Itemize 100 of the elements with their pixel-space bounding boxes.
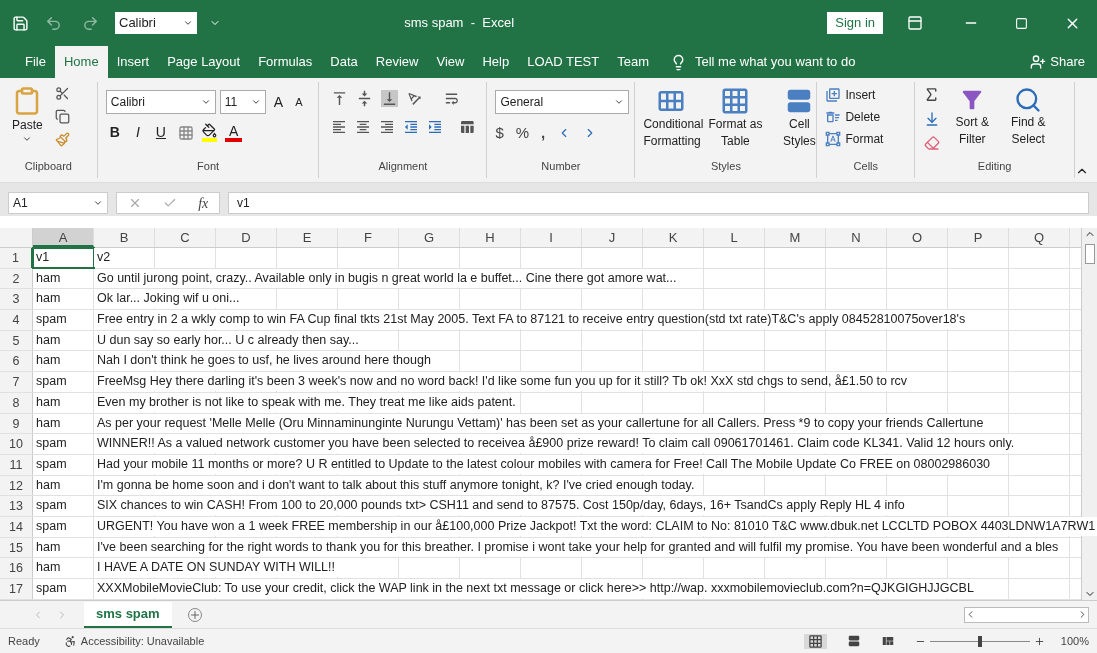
currency-button[interactable]: $ — [495, 122, 504, 145]
row-header[interactable]: 10 — [0, 434, 33, 454]
align-right-icon[interactable] — [379, 119, 396, 135]
grow-font-button[interactable]: A — [269, 91, 288, 113]
caret-icon[interactable] — [183, 18, 193, 28]
ribbon-tab[interactable]: Page Layout — [158, 46, 250, 78]
scissors-icon[interactable] — [54, 86, 70, 101]
column-header[interactable]: J — [582, 228, 643, 247]
bold-button[interactable]: B — [105, 122, 124, 143]
font-name-field[interactable]: Calibri — [105, 90, 216, 114]
column-header[interactable]: K — [643, 228, 704, 247]
italic-button[interactable]: I — [131, 122, 144, 143]
paste-button[interactable]: Paste — [12, 116, 43, 134]
ribbon-tab[interactable]: Formulas — [249, 46, 322, 78]
underline-button[interactable]: U — [151, 122, 170, 143]
row-header[interactable]: 12 — [0, 475, 33, 496]
format-cells-icon[interactable] — [825, 131, 842, 147]
font-combo[interactable]: Calibri — [115, 12, 197, 34]
page-layout-view-icon[interactable] — [846, 634, 861, 648]
ribbon-tab[interactable]: View — [427, 46, 474, 78]
share-button[interactable]: Share — [1050, 52, 1085, 72]
ribbon-tab[interactable]: Data — [321, 46, 367, 78]
table-style-icon[interactable] — [720, 86, 751, 116]
column-header[interactable]: I — [521, 228, 582, 247]
row-header[interactable]: 5 — [0, 330, 33, 351]
ribbon-tab[interactable]: Home — [54, 46, 108, 78]
ribbon-display-icon[interactable] — [907, 15, 923, 31]
eraser-icon[interactable] — [923, 135, 941, 151]
save-icon[interactable] — [12, 14, 29, 32]
scrollbar-thumb[interactable] — [1084, 244, 1095, 264]
caret-icon[interactable] — [250, 97, 261, 107]
column-header[interactable]: C — [155, 228, 216, 247]
row-header[interactable]: 13 — [0, 496, 33, 516]
column-header[interactable]: G — [399, 228, 460, 247]
caret-icon[interactable] — [200, 97, 211, 107]
borders-icon[interactable] — [177, 124, 194, 141]
column-header[interactable]: Q — [1009, 228, 1070, 247]
style-button[interactable]: Cell Styles — [771, 116, 828, 150]
column-header[interactable]: M — [765, 228, 826, 247]
accessibility-icon[interactable] — [63, 634, 77, 648]
caret-icon[interactable] — [614, 97, 625, 107]
row-header[interactable]: 2 — [0, 268, 33, 289]
column-header[interactable]: P — [948, 228, 1009, 247]
row-header[interactable]: 9 — [0, 413, 33, 434]
name-box[interactable]: A1 — [8, 192, 108, 214]
comma-button[interactable]: , — [541, 122, 546, 145]
caret-icon[interactable] — [93, 198, 103, 208]
style-button[interactable]: Format as Table — [707, 116, 764, 150]
cells-button[interactable]: Insert — [845, 86, 876, 104]
editing-button[interactable]: Sort & Filter — [948, 114, 997, 148]
align-center-icon[interactable] — [355, 119, 372, 135]
orientation-icon[interactable] — [406, 90, 424, 107]
row-header[interactable]: 7 — [0, 372, 33, 392]
sign-in-button[interactable]: Sign in — [827, 12, 883, 34]
shrink-font-button[interactable]: A — [291, 93, 307, 111]
row-header[interactable]: 8 — [0, 392, 33, 413]
column-header[interactable]: L — [704, 228, 765, 247]
percent-button[interactable]: % — [515, 122, 530, 145]
caret-icon[interactable] — [22, 134, 33, 144]
font-size-field[interactable]: 11 — [219, 90, 266, 114]
column-header[interactable]: D — [216, 228, 277, 247]
column-header[interactable]: B — [94, 228, 155, 247]
row-header[interactable]: 6 — [0, 351, 33, 372]
horizontal-scrollbar[interactable] — [964, 606, 1089, 623]
ribbon-tab[interactable]: Help — [473, 46, 519, 78]
row-header[interactable]: 4 — [0, 310, 33, 330]
page-break-view-icon[interactable] — [880, 634, 895, 648]
row-header[interactable]: 11 — [0, 454, 33, 475]
increase-indent-icon[interactable] — [427, 119, 444, 135]
row-header[interactable]: 17 — [0, 579, 33, 599]
normal-view-icon[interactable] — [803, 633, 827, 649]
merge-center-icon[interactable] — [459, 119, 476, 135]
ribbon-tab[interactable]: LOAD TEST — [518, 46, 609, 78]
align-bottom-icon[interactable] — [381, 90, 399, 107]
fill-color-icon[interactable] — [201, 123, 217, 142]
font-color-button[interactable]: A — [224, 123, 243, 142]
column-header[interactable]: E — [277, 228, 338, 247]
cells-button[interactable]: Format — [845, 130, 884, 148]
align-left-icon[interactable] — [331, 119, 348, 135]
share-icon[interactable] — [1030, 54, 1047, 70]
decrease-indent-icon[interactable] — [403, 119, 420, 135]
insert-function-button[interactable]: fx — [198, 192, 209, 214]
editing-button[interactable]: Find & Select — [1004, 114, 1053, 148]
zoom-slider-thumb[interactable] — [977, 635, 982, 647]
ribbon-tab[interactable]: Team — [608, 46, 658, 78]
row-header[interactable]: 15 — [0, 537, 33, 558]
delete-cells-icon[interactable] — [825, 109, 842, 125]
column-header[interactable]: H — [460, 228, 521, 247]
column-header[interactable]: F — [338, 228, 399, 247]
column-header[interactable]: O — [887, 228, 948, 247]
column-header[interactable]: A — [33, 228, 94, 247]
row-header[interactable]: 3 — [0, 289, 33, 310]
search-icon[interactable] — [1014, 86, 1043, 114]
ribbon-tab[interactable]: Review — [366, 46, 428, 78]
paintbrush-icon[interactable] — [54, 132, 70, 147]
insert-cells-icon[interactable] — [825, 87, 842, 103]
column-header[interactable]: N — [826, 228, 887, 247]
row-header[interactable]: 16 — [0, 558, 33, 578]
number-format-field[interactable]: General — [495, 90, 630, 114]
cells-button[interactable]: Delete — [845, 108, 881, 126]
